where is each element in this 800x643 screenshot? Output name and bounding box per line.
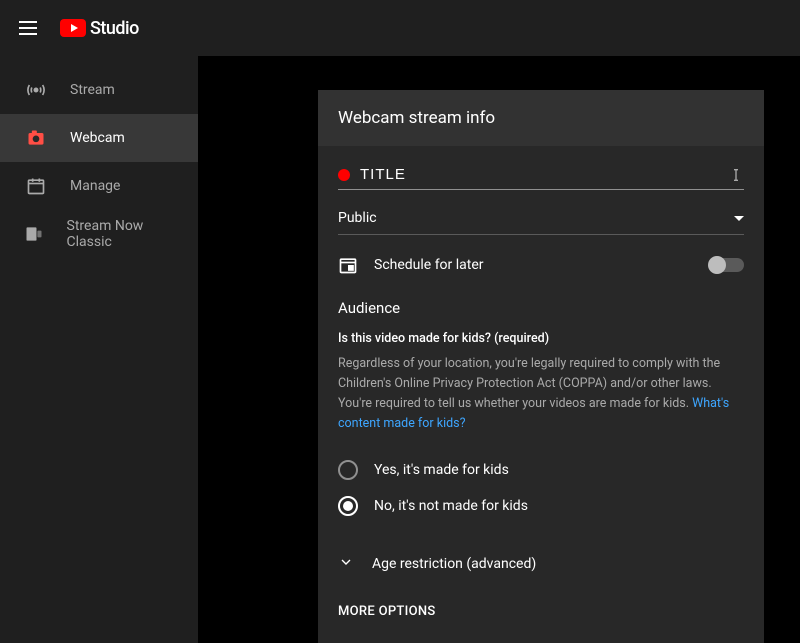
toggle-knob [708,256,726,274]
schedule-toggle[interactable] [710,258,744,272]
sidebar-item-label: Manage [70,178,120,194]
record-dot-icon [338,169,350,181]
main-content: Webcam stream info Public [198,56,800,643]
sidebar-item-label: Stream [70,82,115,98]
radio-label: No, it's not made for kids [374,498,528,514]
radio-label: Yes, it's made for kids [374,462,509,478]
menu-icon[interactable] [16,16,40,40]
youtube-play-icon [60,19,86,37]
radio-yes-made-for-kids[interactable]: Yes, it's made for kids [338,452,744,488]
brand-text: Studio [90,18,139,39]
chevron-down-icon [734,216,744,221]
calendar-event-icon [338,255,358,275]
radio-icon [338,460,358,480]
sidebar-item-label: Stream Now Classic [67,218,174,250]
schedule-label: Schedule for later [374,257,710,273]
radio-no-not-for-kids[interactable]: No, it's not made for kids [338,488,744,524]
sidebar-item-manage[interactable]: Manage [0,162,198,210]
sidebar-item-label: Webcam [70,130,125,146]
audience-question: Is this video made for kids? (required) [338,331,744,346]
sidebar-item-webcam[interactable]: Webcam [0,114,198,162]
visibility-dropdown[interactable]: Public [338,210,744,235]
camera-icon [24,126,48,150]
calendar-icon [24,174,48,198]
audience-disclaimer: Regardless of your location, you're lega… [338,354,744,434]
sidebar-item-stream-now-classic[interactable]: Stream Now Classic [0,210,198,258]
more-options-button[interactable]: MORE OPTIONS [338,594,744,643]
chevron-down-icon [338,554,354,574]
audience-heading: Audience [338,299,744,317]
app-header: Studio [0,0,800,56]
youtube-studio-logo[interactable]: Studio [60,18,139,39]
text-cursor-icon [728,167,744,183]
stream-title-input[interactable] [360,166,724,183]
made-for-kids-radio-group: Yes, it's made for kids No, it's not mad… [338,452,744,524]
sidebar: Stream Webcam Manage Stream Now Classic [0,56,198,643]
age-restriction-expander[interactable]: Age restriction (advanced) [338,542,744,594]
sidebar-item-stream[interactable]: Stream [0,66,198,114]
stream-icon [24,78,48,102]
schedule-for-later-row: Schedule for later [338,255,744,275]
dialog-title: Webcam stream info [318,90,764,146]
radio-icon [338,496,358,516]
title-field-row[interactable] [338,166,744,190]
classic-stream-icon [24,222,45,246]
age-restriction-label: Age restriction (advanced) [372,556,536,572]
webcam-stream-info-dialog: Webcam stream info Public [318,90,764,643]
visibility-value: Public [338,210,377,226]
